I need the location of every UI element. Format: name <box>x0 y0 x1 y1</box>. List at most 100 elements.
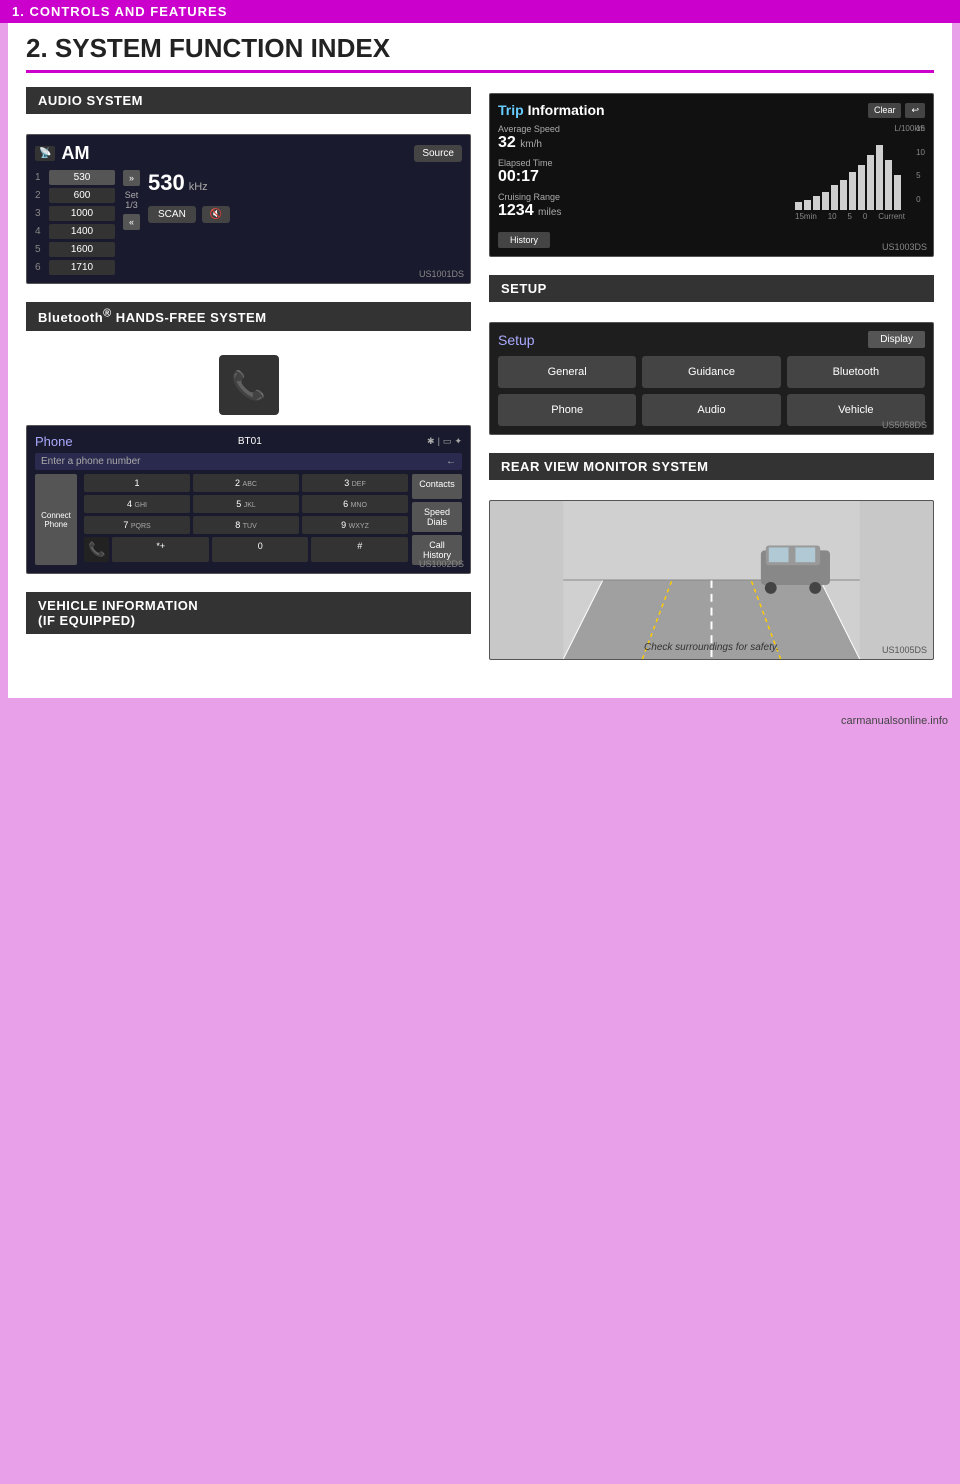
top-bar: 1. CONTROLS AND FEATURES <box>0 0 960 23</box>
elapsed-stat: Elapsed Time 00:17 <box>498 158 787 186</box>
setup-btn-general[interactable]: General <box>498 356 636 388</box>
preset-item-3[interactable]: 31000 <box>35 206 115 221</box>
key-4[interactable]: 4 GHI <box>84 495 190 513</box>
preset-item-5[interactable]: 51600 <box>35 242 115 257</box>
rvm-caption: Check surroundings for safety. <box>644 642 779 653</box>
keypad-row-2: 4 GHI 5 JKL 6 MNO <box>84 495 408 513</box>
key-5[interactable]: 5 JKL <box>193 495 299 513</box>
key-star[interactable]: *+ <box>112 537 209 562</box>
key-2[interactable]: 2 ABC <box>193 474 299 492</box>
preset-item-4[interactable]: 41400 <box>35 224 115 239</box>
setup-screenshot-id: US5058DS <box>882 420 927 430</box>
setup-section-desc <box>489 308 934 316</box>
key-3[interactable]: 3 DEF <box>302 474 408 492</box>
setup-btn-bluetooth[interactable]: Bluetooth <box>787 356 925 388</box>
trip-stats: Average Speed 32 km/h Elapsed Time 00:17 <box>498 124 787 226</box>
key-hash[interactable]: # <box>311 537 408 562</box>
phone-backspace-btn[interactable]: ← <box>446 456 456 467</box>
setup-section: SETUP Setup Display GeneralGuidanceBluet… <box>489 275 934 435</box>
keypad-row-3: 7 PQRS 8 TUV 9 WXYZ <box>84 516 408 534</box>
key-6[interactable]: 6 MNO <box>302 495 408 513</box>
battery-icon: ▭ <box>443 436 452 447</box>
audio-am-label: AM <box>61 143 89 164</box>
top-bar-text: 1. CONTROLS AND FEATURES <box>12 4 227 19</box>
nav-back-btn[interactable]: « <box>123 214 140 230</box>
vehicle-info-header: VEHICLE INFORMATION(IF EQUIPPED) <box>26 592 471 634</box>
phone-input-row: Enter a phone number ← <box>35 453 462 470</box>
contacts-btn[interactable]: Contacts <box>412 474 462 499</box>
trip-chart-axis: 15 10 5 0 <box>916 124 925 204</box>
chart-bar-3 <box>822 192 829 210</box>
key-7[interactable]: 7 PQRS <box>84 516 190 534</box>
xlabel-5: 5 <box>848 212 852 221</box>
trip-clear-btn[interactable]: Clear <box>868 103 902 118</box>
two-column-layout: AUDIO SYSTEM 📡 AM Source 1530260 <box>26 87 934 678</box>
rvm-screenshot-id: US1005DS <box>882 645 927 655</box>
page-title: 2. SYSTEM FUNCTION INDEX <box>26 33 934 73</box>
main-frequency: 530 <box>148 170 185 196</box>
preset-item-2[interactable]: 2600 <box>35 188 115 203</box>
speed-dials-btn[interactable]: SpeedDials <box>412 502 462 532</box>
vehicle-info-desc <box>26 640 471 648</box>
audio-screenshot-id: US1001DS <box>419 269 464 279</box>
call-btn[interactable]: 📞 <box>84 537 109 562</box>
axis-label-15: 15 <box>916 124 925 133</box>
trip-back-btn[interactable]: ↩ <box>905 103 925 118</box>
xlabel-10: 10 <box>828 212 837 221</box>
chart-bar-10 <box>885 160 892 210</box>
trip-unit-label: L/100km <box>795 124 925 133</box>
trip-title: Trip Information <box>498 102 605 118</box>
key-0[interactable]: 0 <box>212 537 309 562</box>
footer-watermark: carmanualsonline.info <box>841 715 948 727</box>
preset-freq: 1000 <box>49 206 115 221</box>
keypad-row-1: 1 2 ABC 3 DEF <box>84 474 408 492</box>
set-label: Set1/3 <box>125 190 139 210</box>
scan-bar: SCAN 🔇 <box>148 206 230 223</box>
keypad-row-4: 📞 *+ 0 # <box>84 537 408 562</box>
trip-title-pre: Trip <box>498 102 524 118</box>
rvm-section: REAR VIEW MONITOR SYSTEM <box>489 453 934 660</box>
setup-btn-guidance[interactable]: Guidance <box>642 356 780 388</box>
chart-bar-6 <box>849 172 856 210</box>
chart-bar-4 <box>831 185 838 210</box>
vehicle-info-title: VEHICLE INFORMATION(IF EQUIPPED) <box>38 598 198 628</box>
setup-btn-phone[interactable]: Phone <box>498 394 636 426</box>
key-8[interactable]: 8 TUV <box>193 516 299 534</box>
trip-screenshot: Trip Information Clear ↩ Average Speed <box>489 93 934 257</box>
phone-icon: 📞 <box>219 355 279 415</box>
trip-body: Average Speed 32 km/h Elapsed Time 00:17 <box>498 124 925 226</box>
range-stat: Cruising Range 1234 miles <box>498 192 787 220</box>
trip-history-row: History <box>498 226 925 248</box>
audio-mode: 📡 AM <box>35 143 89 164</box>
setup-header: Setup Display <box>498 331 925 348</box>
preset-freq: 1400 <box>49 224 115 239</box>
trip-header-buttons: Clear ↩ <box>868 103 925 118</box>
preset-item-6[interactable]: 61710 <box>35 260 115 275</box>
phone-screenshot-id: US1002DS <box>419 559 464 569</box>
bt-icon: ✱ <box>427 436 435 447</box>
vehicle-info-section: VEHICLE INFORMATION(IF EQUIPPED) <box>26 592 471 648</box>
scan-button[interactable]: SCAN <box>148 206 196 223</box>
connect-phone-btn[interactable]: ConnectPhone <box>35 474 77 565</box>
setup-title: Setup <box>498 332 535 348</box>
setup-btn-audio[interactable]: Audio <box>642 394 780 426</box>
audio-screenshot: 📡 AM Source 1530 2600 31000 41400 51600 61710… <box>26 134 471 284</box>
chart-bar-11 <box>894 175 901 210</box>
audio-section-desc <box>26 120 471 128</box>
preset-item-1[interactable]: 1530 <box>35 170 115 185</box>
key-9[interactable]: 9 WXYZ <box>302 516 408 534</box>
bt-title-text: Bluetooth® HANDS-FREE SYSTEM <box>38 310 267 325</box>
chart-bar-8 <box>867 155 874 210</box>
bluetooth-section-header: Bluetooth® HANDS-FREE SYSTEM <box>26 302 471 331</box>
xlabel-current: Current <box>878 212 905 221</box>
chart-bar-7 <box>858 165 865 210</box>
key-1[interactable]: 1 <box>84 474 190 492</box>
audio-body: 1530260031000414005160061710 » Set1/3 « … <box>35 170 462 275</box>
history-btn[interactable]: History <box>498 232 550 248</box>
source-button[interactable]: Source <box>414 145 462 162</box>
range-unit: miles <box>538 207 561 218</box>
rvm-screenshot: Check surroundings for safety. US1005DS <box>489 500 934 660</box>
mute-button[interactable]: 🔇 <box>202 206 230 223</box>
nav-forward-btn[interactable]: » <box>123 170 140 186</box>
setup-display-btn[interactable]: Display <box>868 331 925 348</box>
